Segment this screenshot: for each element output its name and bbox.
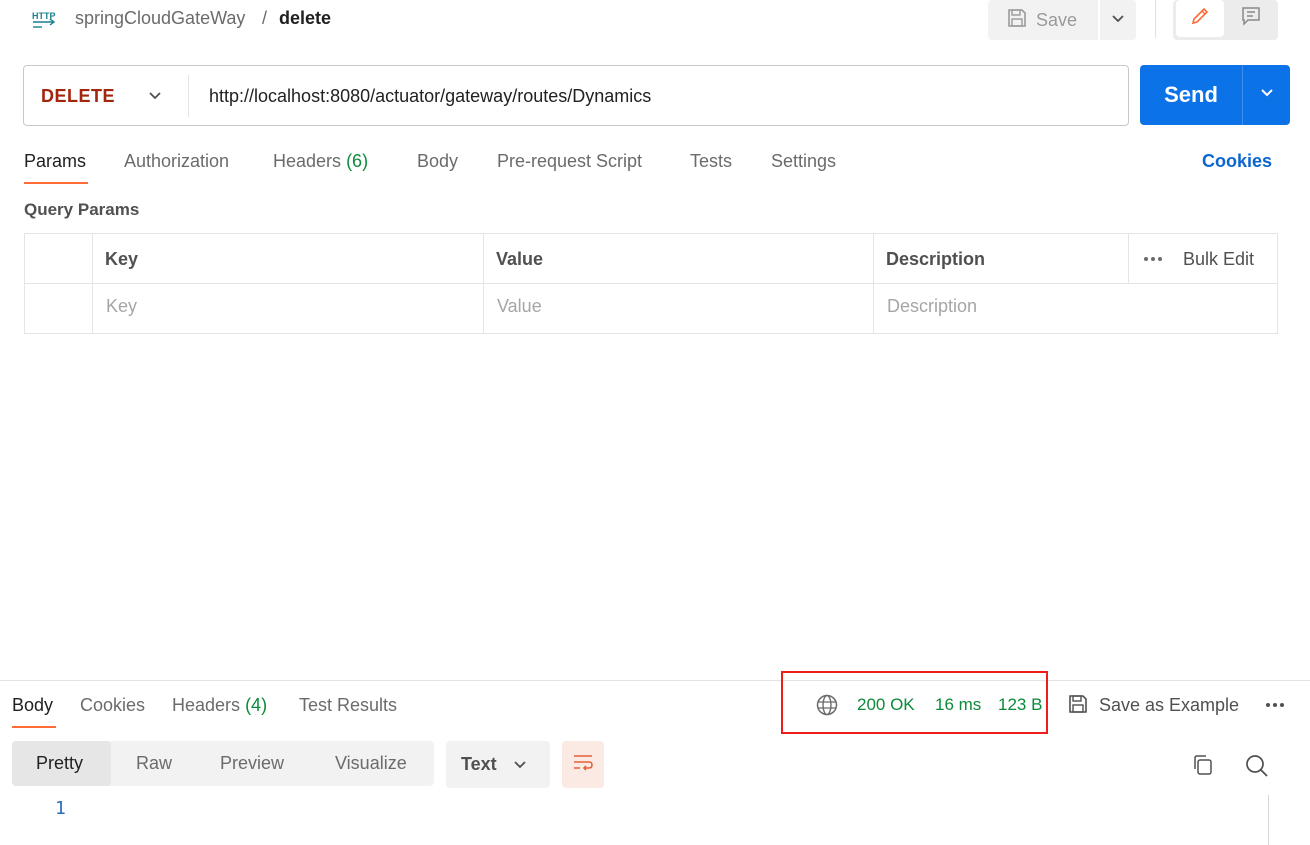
table-row-divider [24,283,1278,284]
save-label: Save [1036,9,1078,30]
response-tab-headers[interactable]: Headers (4) [172,694,267,716]
format-select-value: Text [461,754,497,774]
table-column-divider [92,233,93,334]
pencil-icon [1189,5,1211,32]
save-icon [1067,693,1089,720]
search-icon[interactable] [1244,753,1270,784]
response-tab-body[interactable]: Body [12,694,53,716]
tab-headers[interactable]: Headers (6) [273,150,368,172]
method-select[interactable]: DELETE [41,85,115,107]
column-header-key: Key [105,249,139,269]
response-pane-divider[interactable] [0,680,1310,681]
edit-button[interactable] [1176,0,1224,37]
view-raw-button[interactable]: Raw [136,752,172,774]
copy-icon[interactable] [1191,753,1215,782]
response-tab-headers-label: Headers [172,695,241,715]
breadcrumb-collection[interactable]: springCloudGateWay [75,7,245,29]
column-header-value: Value [496,249,544,269]
table-column-divider [873,233,874,334]
breadcrumb-separator: / [262,8,268,28]
send-options-button[interactable] [1242,65,1290,125]
tab-prerequest-script[interactable]: Pre-request Script [497,150,642,172]
table-column-divider [483,233,484,334]
active-tab-indicator [24,182,88,184]
url-input[interactable]: http://localhost:8080/actuator/gateway/r… [209,85,651,107]
wrap-lines-icon [571,751,595,778]
tab-params[interactable]: Params [24,150,86,172]
highlight-annotation-box [781,671,1048,734]
active-tab-indicator [12,726,56,728]
comment-icon [1240,5,1262,32]
chevron-down-icon[interactable] [147,86,163,111]
save-icon [1006,7,1028,34]
line-number: 1 [55,798,66,819]
response-tab-test-results[interactable]: Test Results [299,694,397,716]
chevron-down-icon [1259,86,1275,104]
response-tab-cookies[interactable]: Cookies [80,694,145,716]
scrollbar[interactable] [1268,795,1269,845]
query-params-title: Query Params [24,200,140,219]
more-options-icon[interactable] [1264,698,1286,717]
send-button[interactable]: Send [1140,65,1242,125]
param-key-input[interactable]: Key [106,295,137,317]
svg-text:HTTP: HTTP [32,11,56,21]
tab-settings[interactable]: Settings [771,150,836,172]
wrap-lines-button[interactable] [562,741,604,788]
chevron-down-icon [513,754,527,775]
view-pretty-label[interactable]: Pretty [36,752,83,774]
column-header-description: Description [886,249,986,269]
tab-tests[interactable]: Tests [690,150,732,172]
param-value-input[interactable]: Value [497,295,542,317]
view-visualize-button[interactable]: Visualize [335,752,407,774]
response-headers-count-badge: (4) [245,695,268,715]
tab-authorization[interactable]: Authorization [124,150,229,172]
cookies-link[interactable]: Cookies [1202,150,1272,172]
toolbar-divider [1155,0,1156,38]
table-column-divider [1128,233,1129,283]
chevron-down-icon [1111,11,1125,29]
save-button[interactable]: Save [988,0,1098,40]
tab-headers-label: Headers [273,151,342,171]
http-icon: HTTP [30,6,58,30]
url-divider [188,75,189,117]
breadcrumb-request-name[interactable]: delete [279,7,331,29]
tab-body[interactable]: Body [417,150,458,172]
param-description-input[interactable]: Description [887,295,977,317]
bulk-edit-link[interactable]: Bulk Edit [1183,248,1254,270]
save-as-example-button[interactable]: Save as Example [1099,694,1239,716]
comments-button[interactable] [1228,0,1274,37]
more-options-icon[interactable] [1143,250,1163,273]
view-preview-button[interactable]: Preview [220,752,284,774]
headers-count-badge: (6) [346,151,369,171]
format-select[interactable]: Text [446,741,550,788]
save-options-button[interactable] [1100,0,1136,40]
